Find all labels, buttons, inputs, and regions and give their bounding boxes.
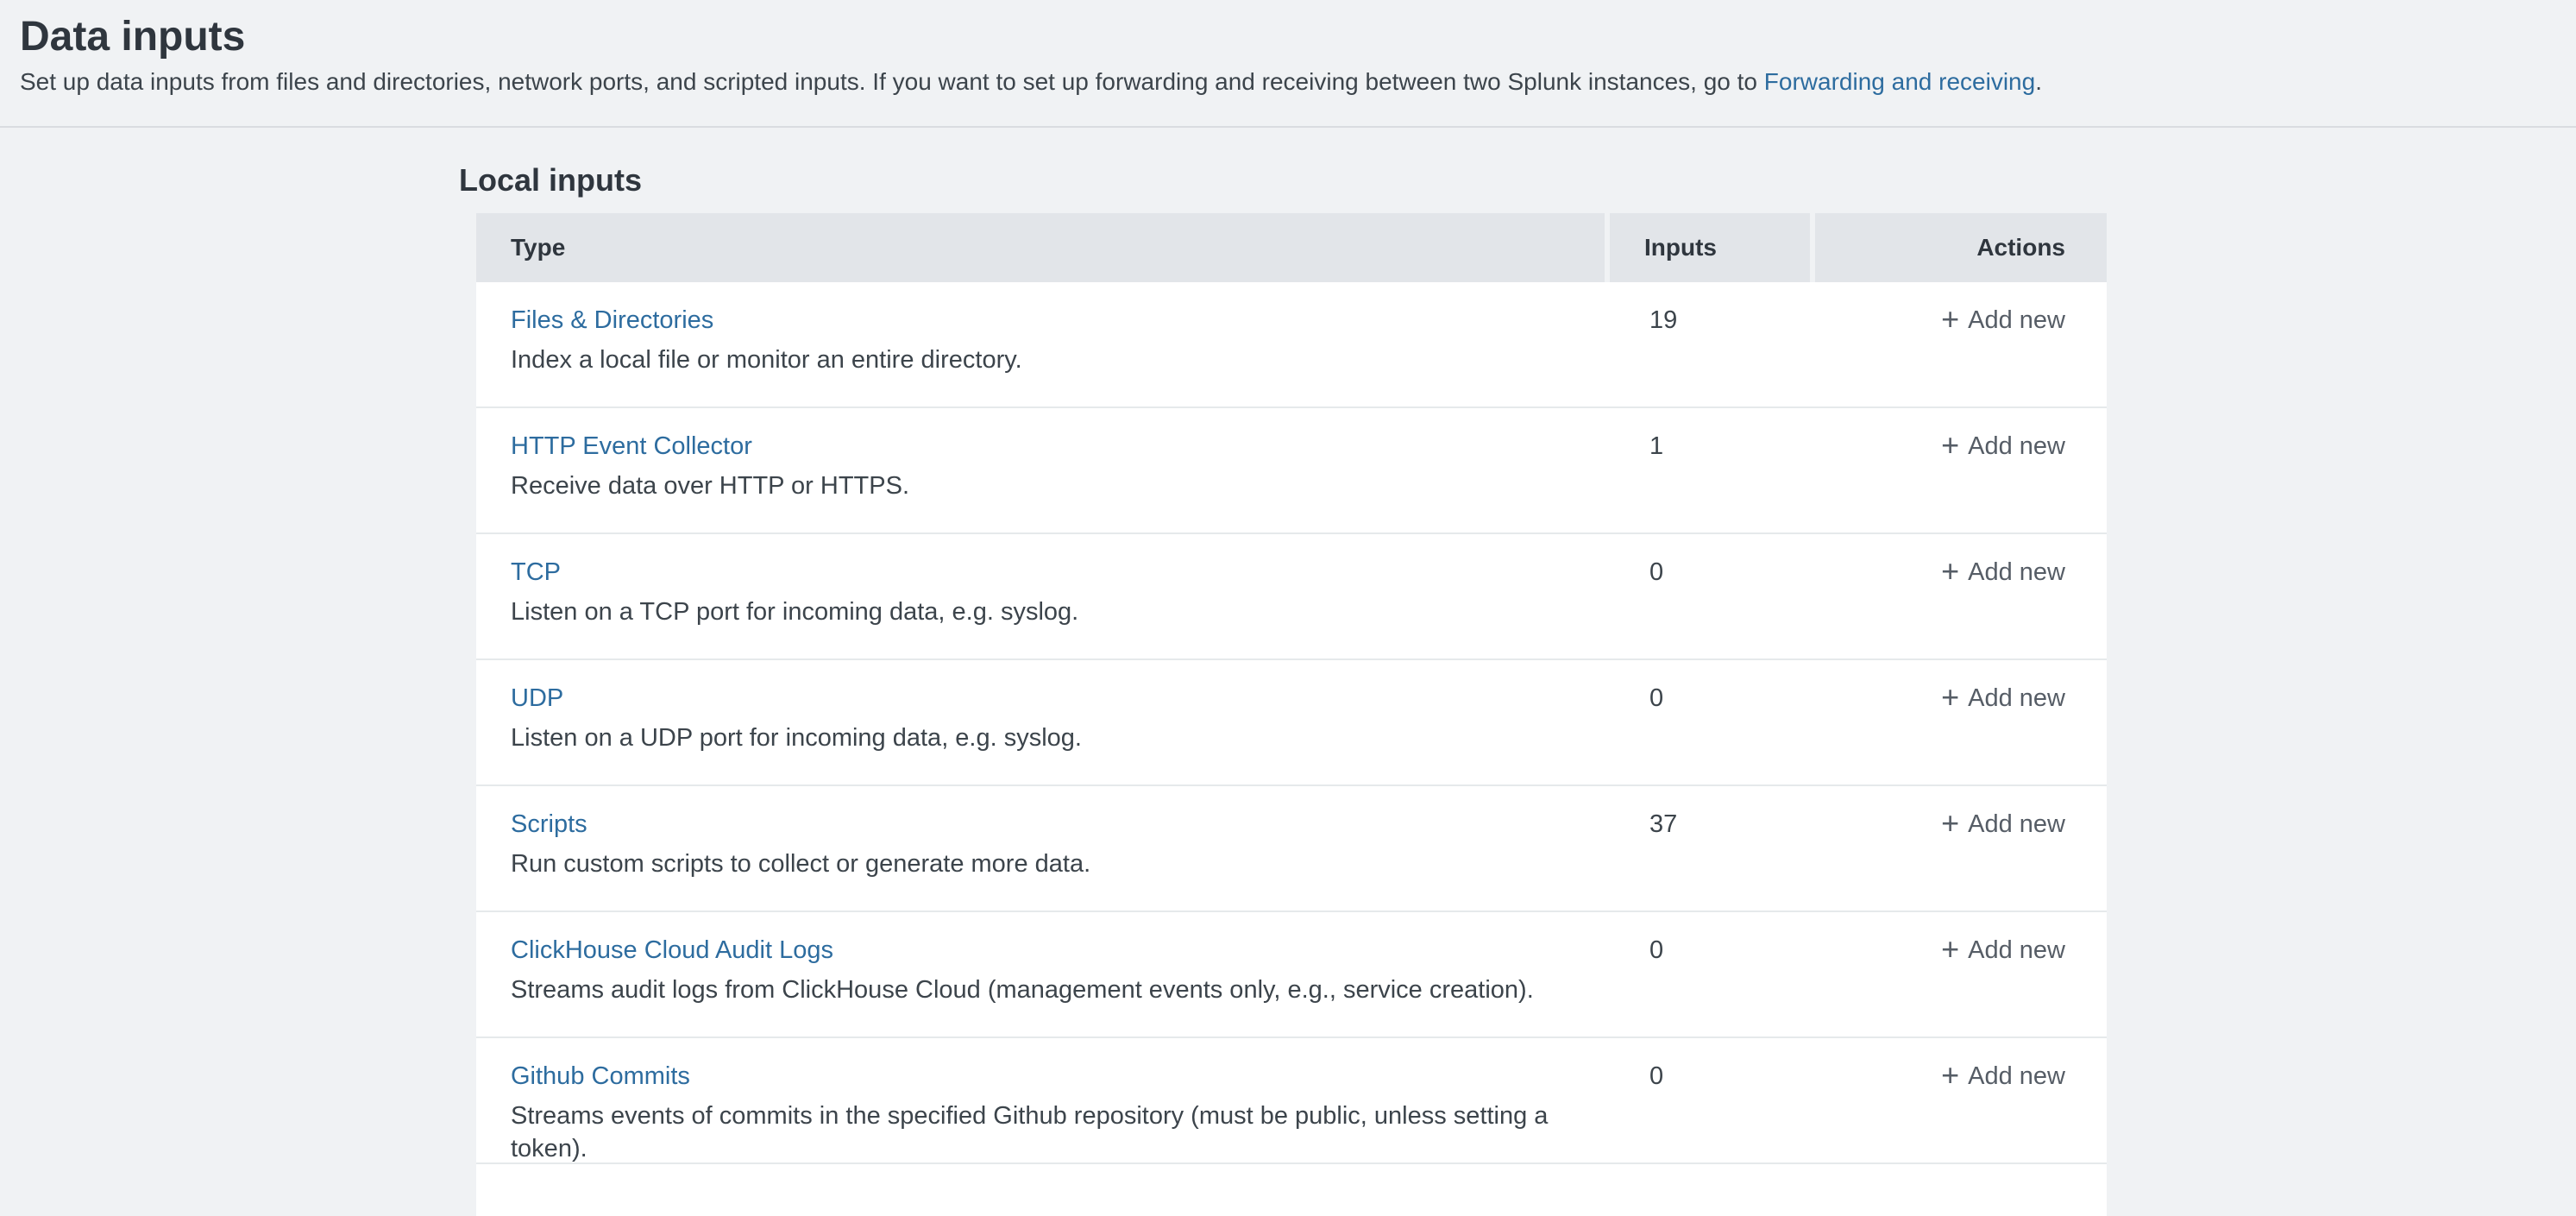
plus-icon: + [1941, 808, 1959, 839]
type-cell: HTTP Event Collector Receive data over H… [476, 408, 1610, 532]
column-header-type: Type [476, 213, 1605, 282]
table-row: HTTP Event Collector Receive data over H… [476, 408, 2107, 534]
plus-icon: + [1941, 556, 1959, 587]
input-type-link[interactable]: Files & Directories [511, 305, 713, 336]
inputs-count-cell: 19 [1610, 282, 1815, 406]
inputs-count-cell: 0 [1610, 534, 1815, 658]
add-new-label: Add new [1968, 681, 2065, 715]
plus-icon: + [1941, 682, 1959, 713]
local-inputs-table: Type Inputs Actions Files & Directories … [476, 213, 2107, 1216]
section-title: Local inputs [459, 128, 2576, 198]
add-new-label: Add new [1968, 1059, 2065, 1093]
page-subtitle-text: Set up data inputs from files and direct… [20, 68, 1764, 95]
actions-cell: + Add new [1815, 786, 2107, 910]
add-new-button[interactable]: + Add new [1941, 807, 2065, 841]
inputs-count-cell: 1 [1610, 408, 1815, 532]
input-type-description: Listen on a UDP port for incoming data, … [511, 721, 1593, 754]
actions-cell: + Add new [1815, 660, 2107, 784]
add-new-button[interactable]: + Add new [1941, 933, 2065, 967]
inputs-count-cell: 0 [1610, 912, 1815, 1036]
add-new-button[interactable]: + Add new [1941, 681, 2065, 715]
page-subtitle-period: . [2035, 68, 2042, 95]
input-type-description: Streams audit logs from ClickHouse Cloud… [511, 973, 1593, 1006]
input-type-description: Receive data over HTTP or HTTPS. [511, 469, 1593, 502]
page-title: Data inputs [20, 12, 2541, 62]
input-type-link[interactable]: Github Commits [511, 1061, 690, 1092]
table-body: Files & Directories Index a local file o… [476, 282, 2107, 1164]
actions-cell: + Add new [1815, 912, 2107, 1036]
actions-cell: + Add new [1815, 534, 2107, 658]
inputs-count-cell: 37 [1610, 786, 1815, 910]
actions-cell: + Add new [1815, 408, 2107, 532]
type-cell: UDP Listen on a UDP port for incoming da… [476, 660, 1610, 784]
type-cell: ClickHouse Cloud Audit Logs Streams audi… [476, 912, 1610, 1036]
main-content: Local inputs Type Inputs Actions Files &… [0, 128, 2576, 1216]
page-header: Data inputs Set up data inputs from file… [0, 0, 2576, 128]
input-type-link[interactable]: TCP [511, 557, 561, 588]
actions-cell: + Add new [1815, 282, 2107, 406]
inputs-count-cell: 0 [1610, 1038, 1815, 1162]
add-new-button[interactable]: + Add new [1941, 303, 2065, 337]
column-header-actions: Actions [1815, 213, 2107, 282]
plus-icon: + [1941, 430, 1959, 461]
plus-icon: + [1941, 934, 1959, 965]
inputs-count-cell: 0 [1610, 660, 1815, 784]
forwarding-and-receiving-link[interactable]: Forwarding and receiving [1764, 68, 2035, 95]
input-type-description: Streams events of commits in the specifi… [511, 1099, 1593, 1165]
table-row: UDP Listen on a UDP port for incoming da… [476, 660, 2107, 786]
next-row-partial [476, 1164, 2107, 1216]
plus-icon: + [1941, 1060, 1959, 1091]
type-cell: Files & Directories Index a local file o… [476, 282, 1610, 406]
type-cell: Scripts Run custom scripts to collect or… [476, 786, 1610, 910]
input-type-link[interactable]: UDP [511, 683, 563, 714]
table-header-row: Type Inputs Actions [476, 213, 2107, 282]
actions-cell: + Add new [1815, 1038, 2107, 1162]
table-row: TCP Listen on a TCP port for incoming da… [476, 534, 2107, 660]
input-type-link[interactable]: Scripts [511, 809, 587, 840]
input-type-description: Index a local file or monitor an entire … [511, 343, 1593, 376]
table-row: Github Commits Streams events of commits… [476, 1038, 2107, 1164]
input-type-description: Run custom scripts to collect or generat… [511, 847, 1593, 880]
column-header-inputs: Inputs [1610, 213, 1810, 282]
input-type-link[interactable]: HTTP Event Collector [511, 431, 752, 462]
add-new-button[interactable]: + Add new [1941, 429, 2065, 463]
add-new-label: Add new [1968, 555, 2065, 589]
table-row: Files & Directories Index a local file o… [476, 282, 2107, 408]
type-cell: Github Commits Streams events of commits… [476, 1038, 1610, 1162]
type-cell: TCP Listen on a TCP port for incoming da… [476, 534, 1610, 658]
table-row: ClickHouse Cloud Audit Logs Streams audi… [476, 912, 2107, 1038]
input-type-link[interactable]: ClickHouse Cloud Audit Logs [511, 935, 833, 966]
page-subtitle: Set up data inputs from files and direct… [20, 66, 2541, 98]
add-new-label: Add new [1968, 807, 2065, 841]
add-new-button[interactable]: + Add new [1941, 555, 2065, 589]
add-new-label: Add new [1968, 303, 2065, 337]
plus-icon: + [1941, 304, 1959, 335]
add-new-label: Add new [1968, 933, 2065, 967]
add-new-button[interactable]: + Add new [1941, 1059, 2065, 1093]
table-row: Scripts Run custom scripts to collect or… [476, 786, 2107, 912]
add-new-label: Add new [1968, 429, 2065, 463]
input-type-description: Listen on a TCP port for incoming data, … [511, 595, 1593, 628]
